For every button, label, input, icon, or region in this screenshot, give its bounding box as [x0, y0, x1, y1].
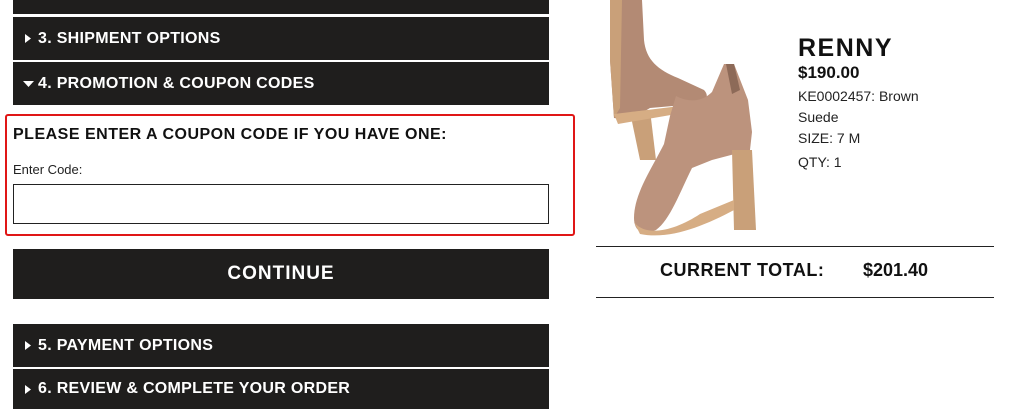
coupon-code-input[interactable]	[13, 184, 549, 224]
product-qty: QTY: 1	[798, 154, 842, 170]
total-divider-bottom	[596, 297, 994, 298]
current-total-label: CURRENT TOTAL:	[660, 260, 825, 280]
step-shipment-options[interactable]: 3. SHIPMENT OPTIONS	[13, 17, 549, 60]
step-shipment-label: 3. SHIPMENT OPTIONS	[38, 29, 221, 47]
continue-button[interactable]: CONTINUE	[13, 249, 549, 299]
step-review-label: 6. REVIEW & COMPLETE YOUR ORDER	[38, 380, 351, 397]
total-divider-top	[596, 246, 994, 247]
step-review-complete[interactable]: 6. REVIEW & COMPLETE YOUR ORDER	[13, 369, 549, 409]
product-name[interactable]: RENNY	[798, 34, 893, 63]
step-payment-options[interactable]: 5. PAYMENT OPTIONS	[13, 324, 549, 367]
product-image	[610, 0, 756, 236]
coupon-heading: PLEASE ENTER A COUPON CODE IF YOU HAVE O…	[13, 126, 447, 143]
product-price: $190.00	[798, 63, 860, 82]
coupon-field-label: Enter Code:	[13, 162, 83, 177]
caret-right-icon	[19, 384, 37, 394]
caret-down-icon	[19, 80, 37, 87]
step-promotion-label: 4. PROMOTION & COUPON CODES	[38, 74, 315, 92]
product-size: SIZE: 7 M	[798, 130, 861, 146]
step-promotion-coupon[interactable]: 4. PROMOTION & COUPON CODES	[13, 62, 549, 105]
previous-step-bar	[13, 0, 549, 14]
current-total-value: $201.40	[863, 260, 929, 280]
step-payment-label: 5. PAYMENT OPTIONS	[38, 336, 214, 354]
caret-right-icon	[19, 34, 37, 43]
product-sku: KE0002457: Brown Suede	[798, 88, 919, 125]
caret-right-icon	[19, 341, 37, 350]
